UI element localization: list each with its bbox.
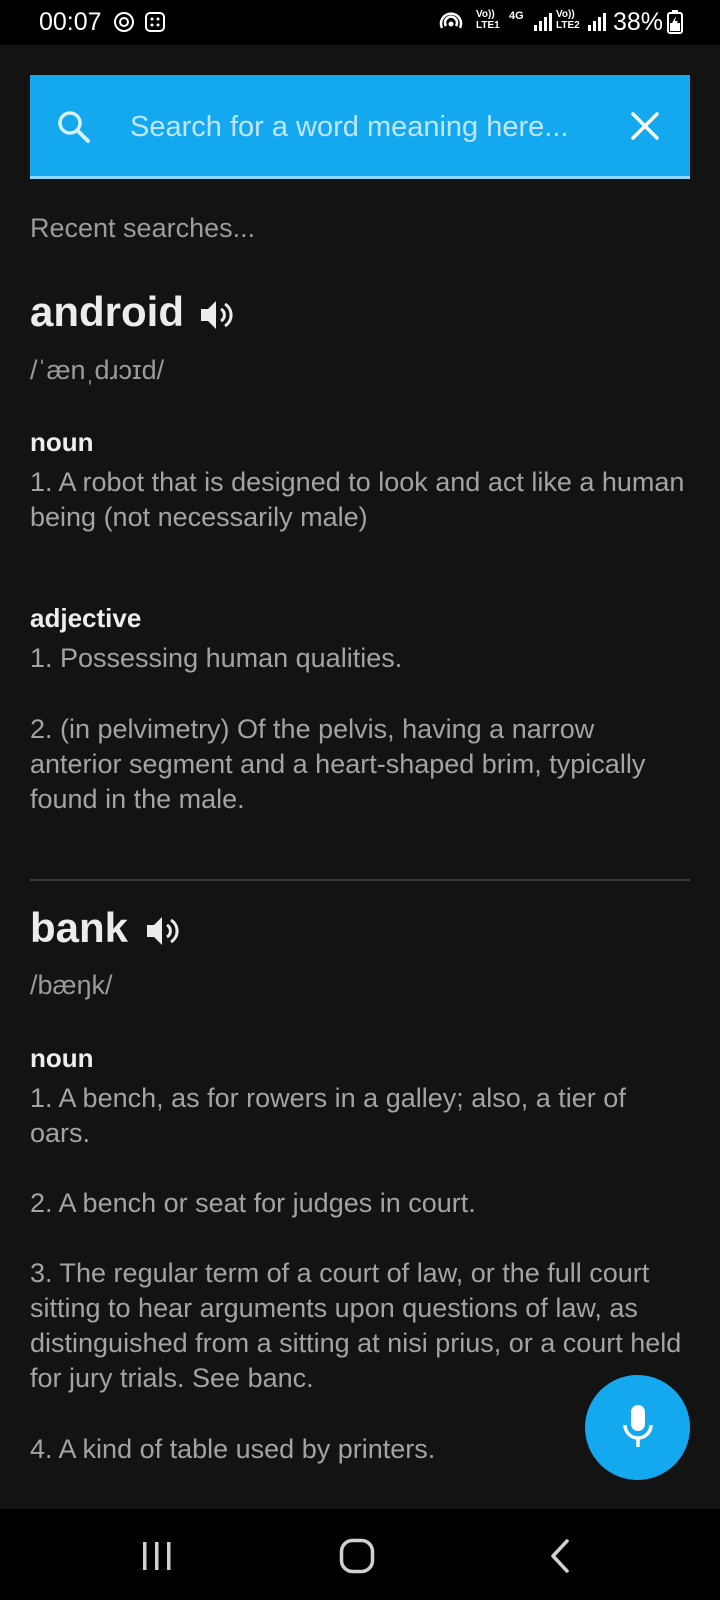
back-icon[interactable]: [548, 1539, 572, 1573]
hotspot-icon: [439, 12, 463, 29]
network-type-label: 4G: [509, 10, 524, 22]
network1-label: Vo)) LTE1: [476, 9, 500, 31]
definition: 2. A bench or seat for judges in court.: [30, 1188, 476, 1218]
status-bar: 00:07 Vo)) LTE1 4G Vo)) LTE2 38%: [0, 0, 720, 45]
speaker-icon[interactable]: [143, 912, 181, 950]
definition: 1. A bench, as for rowers in a galley; a…: [30, 1083, 626, 1148]
status-time: 00:07: [39, 8, 102, 36]
part-of-speech: adjective: [30, 603, 142, 633]
definition: 1. Possessing human qualities.: [30, 643, 403, 673]
entry-phonetic: /ˈænˌdɹɔɪd/: [30, 355, 165, 385]
signal-icon-2: [588, 13, 606, 31]
recents-icon[interactable]: [140, 1541, 174, 1571]
navigation-bar: [0, 1509, 720, 1600]
search-bar[interactable]: [30, 75, 690, 179]
part-of-speech: noun: [30, 427, 94, 457]
app-notification-icon: [145, 12, 165, 32]
entry-phonetic: /bæŋk/: [30, 970, 113, 1000]
definition: 1. A robot that is designed to look and …: [30, 467, 685, 532]
recent-searches-label: Recent searches...: [30, 213, 256, 243]
sync-icon: [114, 12, 134, 32]
network2-label: Vo)) LTE2: [556, 9, 580, 31]
entry-word: android: [30, 288, 184, 335]
speaker-icon[interactable]: [197, 296, 235, 334]
definition: 2. (in pelvimetry) Of the pelvis, having…: [30, 714, 646, 814]
search-input[interactable]: [128, 97, 602, 157]
voice-search-button[interactable]: [585, 1375, 690, 1480]
search-icon[interactable]: [56, 109, 92, 145]
close-icon[interactable]: [630, 111, 660, 141]
battery-charging-icon: [667, 10, 683, 34]
entry-word: bank: [30, 904, 129, 951]
definition: 3. The regular term of a court of law, o…: [30, 1258, 682, 1393]
entry-divider: [30, 879, 690, 881]
signal-icon: [534, 13, 552, 31]
home-icon[interactable]: [339, 1538, 375, 1574]
battery-percent: 38%: [613, 8, 664, 36]
microphone-icon: [623, 1405, 653, 1447]
part-of-speech: noun: [30, 1043, 94, 1073]
